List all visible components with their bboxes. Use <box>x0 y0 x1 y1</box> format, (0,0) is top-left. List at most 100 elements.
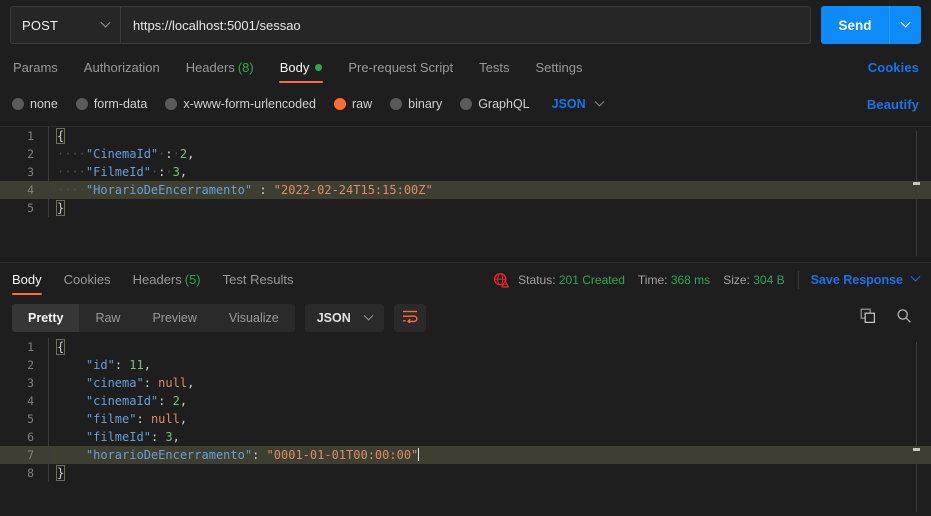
response-meta-group: Status: 201 Created Time: 368 ms Size: 3… <box>493 270 921 289</box>
request-tabs: Params Authorization Headers (8) Body Pr… <box>0 48 931 86</box>
response-tab-body[interactable]: Body <box>12 263 42 297</box>
line-number: 8 <box>27 466 34 480</box>
view-mode-preview[interactable]: Preview <box>136 304 212 332</box>
response-format-value: JSON <box>316 311 351 325</box>
http-method-value: POST <box>22 17 59 33</box>
radio-icon <box>12 98 24 110</box>
body-type-form-data[interactable]: form-data <box>75 97 147 111</box>
body-type-raw[interactable]: raw <box>334 97 372 111</box>
cookies-link[interactable]: Cookies <box>868 60 919 75</box>
line-number: 2 <box>27 147 34 161</box>
code-line: 5 } <box>0 199 931 217</box>
response-format-select[interactable]: JSON <box>304 304 384 332</box>
code-text: "filme": null, <box>85 412 188 426</box>
code-text: { <box>55 339 66 355</box>
code-text: ····"HorarioDeEncerramento" : "2022-02-2… <box>57 183 433 197</box>
line-number: 3 <box>27 376 34 390</box>
response-size: Size: 304 B <box>723 273 784 287</box>
response-tab-cookies-label: Cookies <box>63 272 111 287</box>
body-active-dot-icon <box>315 63 323 71</box>
raw-format-select[interactable]: JSON <box>552 96 605 111</box>
code-line: 1 { <box>0 127 931 145</box>
body-type-binary[interactable]: binary <box>390 97 442 111</box>
view-mode-pretty[interactable]: Pretty <box>12 304 80 332</box>
save-response-button[interactable]: Save Response <box>811 271 921 287</box>
line-number: 2 <box>27 358 34 372</box>
code-text: ····"CinemaId"·:·2, <box>57 147 195 161</box>
response-body-editor[interactable]: 1 { 2 "id": 11, 3 "cinema": null, 4 "cin… <box>0 338 931 516</box>
body-type-urlencoded[interactable]: x-www-form-urlencoded <box>165 97 316 111</box>
tab-headers-label: Headers <box>185 59 235 75</box>
line-number: 4 <box>27 394 34 408</box>
line-number: 5 <box>27 412 34 426</box>
send-options-button[interactable] <box>889 6 921 44</box>
chevron-down-icon <box>363 310 374 321</box>
line-number: 4 <box>27 183 34 197</box>
body-type-binary-label: binary <box>408 97 443 111</box>
line-number: 3 <box>27 165 34 179</box>
view-mode-raw[interactable]: Raw <box>79 304 136 332</box>
tab-authorization[interactable]: Authorization <box>83 48 161 86</box>
code-line: 4 "cinemaId": 2, <box>0 392 931 410</box>
radio-icon <box>75 98 88 110</box>
text-cursor <box>418 448 420 461</box>
code-line: 8 } <box>0 464 931 482</box>
tab-pre-request-script[interactable]: Pre-request Script <box>347 48 454 86</box>
request-editor-scrollbar-track[interactable] <box>916 131 917 256</box>
response-view-mode-group: Pretty Raw Preview Visualize <box>12 304 295 332</box>
http-method-select[interactable]: POST <box>10 6 120 44</box>
code-text: "cinemaId": 2, <box>85 394 188 408</box>
size-value: 304 B <box>753 272 785 287</box>
copy-icon <box>860 308 876 329</box>
search-response-button[interactable] <box>889 304 919 332</box>
code-text: ····"FilmeId"·:·3, <box>57 165 188 179</box>
code-line: 3 "cinema": null, <box>0 374 931 392</box>
globe-warning-icon[interactable] <box>493 272 510 288</box>
code-text: "id": 11, <box>85 358 151 372</box>
tab-settings[interactable]: Settings <box>534 48 583 86</box>
code-line: 1 { <box>0 338 931 356</box>
tab-body[interactable]: Body <box>278 48 324 86</box>
view-mode-visualize[interactable]: Visualize <box>213 304 295 332</box>
line-number: 5 <box>27 201 34 215</box>
response-tab-test-results[interactable]: Test Results <box>223 263 294 297</box>
code-text: "horarioDeEncerramento": "0001-01-01T00:… <box>85 448 420 462</box>
tab-params[interactable]: Params <box>12 48 59 86</box>
response-tab-cookies[interactable]: Cookies <box>64 263 111 297</box>
beautify-link[interactable]: Beautify <box>867 97 919 112</box>
body-type-selector: none form-data x-www-form-urlencoded raw… <box>0 88 931 120</box>
time-label: Time: <box>637 272 668 287</box>
tab-headers[interactable]: Headers (8) <box>185 48 255 86</box>
request-body-editor[interactable]: 1 { 2 ····"CinemaId"·:·2, 3 ····"FilmeId… <box>0 126 931 260</box>
body-type-graphql[interactable]: GraphQL <box>460 97 530 111</box>
tab-tests[interactable]: Tests <box>478 48 510 86</box>
radio-icon <box>390 98 403 110</box>
response-tab-body-label: Body <box>12 272 42 287</box>
response-editor-scrollbar-track[interactable] <box>916 342 917 512</box>
response-tab-headers[interactable]: Headers (5) <box>133 263 201 297</box>
body-type-urlencoded-label: x-www-form-urlencoded <box>183 97 316 111</box>
time-value: 368 ms <box>670 272 711 287</box>
tab-params-label: Params <box>13 59 58 75</box>
request-code-area[interactable]: 1 { 2 ····"CinemaId"·:·2, 3 ····"FilmeId… <box>0 127 931 217</box>
response-view-toolbar: Pretty Raw Preview Visualize JSON <box>0 298 931 338</box>
url-value: https://localhost:5001/sessao <box>133 17 301 33</box>
body-type-none-label: none <box>30 97 58 111</box>
status-value: 201 Created <box>558 272 625 287</box>
request-url-bar: POST https://localhost:5001/sessao Send <box>0 0 931 46</box>
wrap-lines-button[interactable] <box>393 304 426 332</box>
code-line-highlighted: 4 ····"HorarioDeEncerramento" : "2022-02… <box>0 181 931 199</box>
body-type-none[interactable]: none <box>12 97 58 111</box>
response-code-area[interactable]: 1 { 2 "id": 11, 3 "cinema": null, 4 "cin… <box>0 338 931 482</box>
code-line: 2 "id": 11, <box>0 356 931 374</box>
status-code: Status: 201 Created <box>518 273 625 287</box>
tab-settings-label: Settings <box>535 59 583 75</box>
body-type-raw-label: raw <box>352 97 373 111</box>
code-line-highlighted: 7 "horarioDeEncerramento": "0001-01-01T0… <box>0 446 931 464</box>
response-editor-scrollbar-thumb[interactable] <box>913 448 920 451</box>
tab-pre-request-script-label: Pre-request Script <box>348 59 454 75</box>
url-input[interactable]: https://localhost:5001/sessao <box>120 6 811 44</box>
send-button[interactable]: Send <box>821 6 889 44</box>
copy-response-button[interactable] <box>853 304 883 332</box>
request-editor-scrollbar-thumb[interactable] <box>913 182 920 185</box>
